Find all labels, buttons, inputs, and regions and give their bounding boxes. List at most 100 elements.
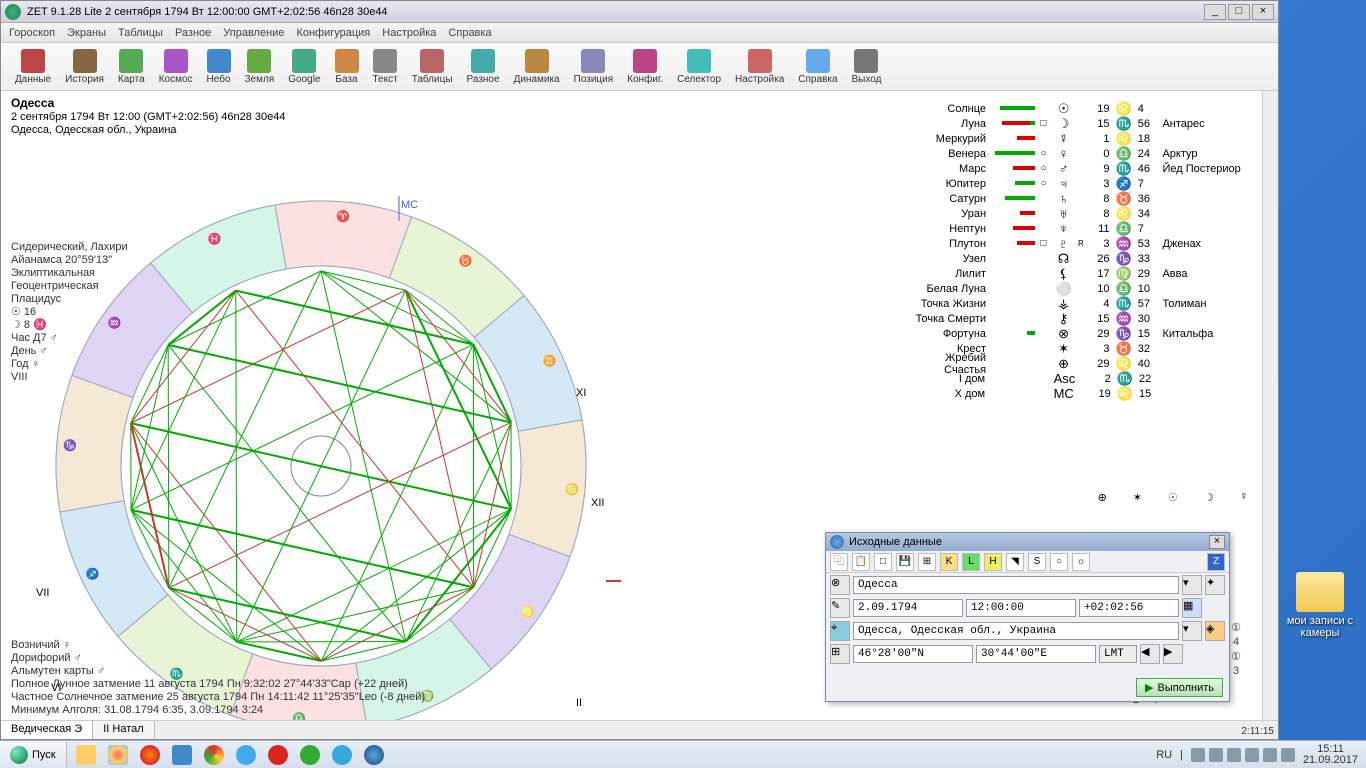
menu-Экраны[interactable]: Экраны [67,27,106,39]
menu-Управление[interactable]: Управление [223,27,284,39]
ptb-save[interactable]: 💾 [896,553,914,571]
place-drop[interactable]: ▾ [1182,621,1202,641]
task-mail[interactable] [295,743,325,767]
tool-Земля[interactable]: Земля [239,47,281,87]
popup-icon [830,535,844,549]
maximize-button[interactable]: □ [1228,4,1250,20]
task-skype[interactable] [327,743,357,767]
tool-Карта[interactable]: Карта [112,47,151,87]
coord-prev[interactable]: ◀ [1140,644,1160,664]
vertical-scrollbar[interactable] [1262,91,1278,721]
ptb-z[interactable]: Z [1207,553,1225,571]
tray-icon[interactable] [1281,748,1295,762]
tool-Настройка[interactable]: Настройка [729,47,790,87]
tray-icon[interactable] [1263,748,1277,762]
start-button[interactable]: Пуск [0,742,67,768]
tz-cal[interactable]: ▦ [1182,598,1202,618]
tool-Селектор[interactable]: Селектор [671,47,727,87]
task-ie[interactable] [231,743,261,767]
ptb-s[interactable]: S [1028,553,1046,571]
Разное-icon [471,49,495,73]
source-data-dialog[interactable]: Исходные данные × ⿻ 📋 □ 💾 ⊞ K L H ◥ S ○ … [825,532,1230,702]
menu-Разное[interactable]: Разное [175,27,211,39]
name-icon[interactable]: ⊗ [830,575,850,595]
tray-icon[interactable] [1191,748,1205,762]
ptb-paste[interactable]: 📋 [852,553,870,571]
ptb-dot[interactable]: ○ [1050,553,1068,571]
coord-next[interactable]: ▶ [1163,644,1183,664]
chart-dateline: 2 сентября 1794 Вт 12:00 (GMT+2:02:56) 4… [11,111,286,123]
minimize-button[interactable]: _ [1204,4,1226,20]
close-button[interactable]: × [1252,4,1274,20]
tool-Динамика[interactable]: Динамика [508,47,566,87]
position-row: Плутон□♇R3♒53Дженах [901,236,1256,251]
popup-titlebar[interactable]: Исходные данные × [826,533,1229,551]
tool-Космос[interactable]: Космос [153,47,199,87]
tool-Данные[interactable]: Данные [9,47,57,87]
desktop-folder-camera[interactable]: мои записи с камеры [1282,572,1358,639]
task-firefox[interactable] [135,743,165,767]
execute-button[interactable]: Выполнить [1136,678,1223,697]
tool-Выход[interactable]: Выход [846,47,888,87]
tool-Таблицы[interactable]: Таблицы [406,47,459,87]
tray-icon[interactable] [1227,748,1241,762]
tool-Разное[interactable]: Разное [461,47,506,87]
ptb-v[interactable]: ◥ [1006,553,1024,571]
ptb-copy[interactable]: ⿻ [830,553,848,571]
tool-Google[interactable]: Google [282,47,326,87]
date-icon[interactable]: ✎ [830,598,850,618]
menu-Конфигурация[interactable]: Конфигурация [296,27,370,39]
place-icon[interactable]: ⌖ [830,621,850,641]
tool-Конфиг.[interactable]: Конфиг. [621,47,669,87]
tool-Позиция[interactable]: Позиция [568,47,620,87]
tool-Текст[interactable]: Текст [367,47,404,87]
task-app-a[interactable] [167,743,197,767]
tab-0[interactable]: Ведическая Э [1,721,93,739]
task-opera[interactable] [263,743,293,767]
menu-Справка[interactable]: Справка [448,27,491,39]
tray-clock[interactable]: 15:11 21.09.2017 [1303,744,1358,766]
tab-1[interactable]: II Натал [93,721,154,739]
task-zet[interactable] [359,743,389,767]
popup-close-button[interactable]: × [1209,535,1225,549]
menu-Настройка[interactable]: Настройка [382,27,436,39]
coord-icon[interactable]: ⊞ [830,644,850,664]
position-row: Венера○♀0♎24Арктур [901,146,1256,161]
tool-Небо[interactable]: Небо [201,47,237,87]
position-row: Точка Смерти⚷15♒30 [901,311,1256,326]
chart-title: Одесса [11,96,54,110]
tray-icon[interactable] [1209,748,1223,762]
lang-indicator[interactable]: RU [1156,749,1172,761]
ptb-db[interactable]: ⊞ [918,553,936,571]
ptb-l[interactable]: L [962,553,980,571]
task-chrome[interactable] [199,743,229,767]
titlebar[interactable]: ZET 9.1.28 Lite 2 сентября 1794 Вт 12:00… [1,1,1278,23]
menu-Гороскоп[interactable]: Гороскоп [9,27,55,39]
ptb-sun[interactable]: ☼ [1072,553,1090,571]
tz-input[interactable] [1079,599,1179,617]
ptb-new[interactable]: □ [874,553,892,571]
tray-icon[interactable] [1245,748,1259,762]
position-row: Лилит⚸17♍29Авва [901,266,1256,281]
time-input[interactable] [966,599,1076,617]
ptb-k[interactable]: K [940,553,958,571]
tool-Справка[interactable]: Справка [792,47,843,87]
system-tray[interactable]: RU | 15:11 21.09.2017 [1148,744,1366,766]
menu-Таблицы[interactable]: Таблицы [118,27,163,39]
task-paint[interactable] [103,743,133,767]
Позиция-icon [581,49,605,73]
name-input[interactable] [853,576,1179,594]
svg-text:♋: ♋ [565,483,579,496]
place-map[interactable]: ◈ [1205,621,1225,641]
lat-input[interactable] [853,645,973,663]
date-input[interactable] [853,599,963,617]
tool-База[interactable]: База [329,47,365,87]
tool-История[interactable]: История [59,47,110,87]
name-extra[interactable]: ✦ [1205,575,1225,595]
task-explorer[interactable] [71,743,101,767]
lon-input[interactable] [976,645,1096,663]
name-drop[interactable]: ▾ [1182,575,1202,595]
ptb-h[interactable]: H [984,553,1002,571]
planet-tabs[interactable]: ⊕✶☉☽☿ [1098,491,1248,504]
place-input[interactable] [853,622,1179,640]
